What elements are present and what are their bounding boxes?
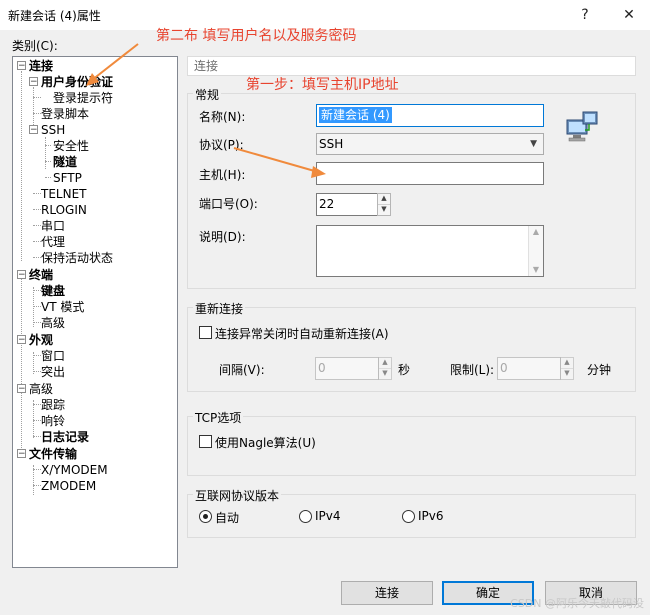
collapse-icon[interactable]: − <box>29 77 38 87</box>
interval-label: 间隔(V): <box>219 363 265 377</box>
category-label: 类别(C): <box>12 39 58 53</box>
network-computer-icon <box>566 111 598 142</box>
collapse-icon[interactable]: − <box>17 449 26 459</box>
spin-up-icon[interactable]: ▲ <box>378 194 390 205</box>
name-value: 新建会话 (4) <box>319 107 392 123</box>
chevron-down-icon: ▼ <box>530 139 537 149</box>
tcp-title: TCP选项 <box>193 409 244 426</box>
ip-version-title: 互联网协议版本 <box>193 487 282 504</box>
limit-unit: 分钟 <box>587 363 612 377</box>
help-button[interactable]: ? <box>573 4 597 26</box>
spin-up-icon[interactable]: ▲ <box>379 358 391 369</box>
connect-button[interactable]: 连接 <box>341 581 433 605</box>
collapse-icon[interactable]: − <box>17 384 26 394</box>
general-title: 常规 <box>193 86 222 103</box>
tree-item-window[interactable]: 窗口 <box>41 348 65 364</box>
collapse-icon[interactable]: − <box>29 125 38 135</box>
tree-item-ssh[interactable]: SSH <box>41 122 65 138</box>
collapse-icon[interactable]: − <box>17 335 26 345</box>
name-label: 名称(N): <box>199 110 246 124</box>
tree-item-security[interactable]: 安全性 <box>53 138 89 154</box>
nagle-checkbox[interactable] <box>199 435 212 448</box>
auto-reconnect-label: 连接异常关闭时自动重新连接(A) <box>215 327 389 341</box>
tree-item-serial[interactable]: 串口 <box>41 218 65 234</box>
interval-input[interactable]: 0 <box>315 357 379 380</box>
section-header: 连接 <box>187 56 636 76</box>
host-input[interactable] <box>316 162 544 185</box>
tree-item-proxy[interactable]: 代理 <box>41 234 65 250</box>
ipv6-label: IPv6 <box>418 509 444 523</box>
scroll-down-icon[interactable]: ▼ <box>529 264 543 276</box>
limit-spinner[interactable]: ▲ ▼ <box>560 357 574 380</box>
port-label: 端口号(O): <box>199 197 258 211</box>
ip-auto-label: 自动 <box>215 511 240 525</box>
tree-item-terminal[interactable]: 终端 <box>29 267 53 283</box>
ip-auto-radio[interactable] <box>199 510 212 523</box>
tree-item-bell[interactable]: 响铃 <box>41 413 65 429</box>
spin-up-icon[interactable]: ▲ <box>561 358 573 369</box>
auto-reconnect-checkbox[interactable] <box>199 326 212 339</box>
tree-item-file-transfer[interactable]: 文件传输 <box>29 446 77 462</box>
category-tree[interactable]: − − − − − − − 连接 用户身份验证 登录提示符 登录脚本 SSH 安… <box>12 56 178 568</box>
tree-item-tunneling[interactable]: 隧道 <box>53 154 77 170</box>
nagle-label: 使用Nagle算法(U) <box>215 436 316 450</box>
tree-item-login-prompts[interactable]: 登录提示符 <box>53 90 113 106</box>
tree-item-user-auth[interactable]: 用户身份验证 <box>41 74 113 90</box>
interval-unit: 秒 <box>398 363 411 377</box>
tree-item-keyboard[interactable]: 键盘 <box>41 283 65 299</box>
port-spinner[interactable]: ▲ ▼ <box>377 193 391 216</box>
description-scrollbar[interactable]: ▲ ▼ <box>528 226 543 276</box>
collapse-icon[interactable]: − <box>17 270 26 280</box>
tree-item-xymodem[interactable]: X/YMODEM <box>41 462 108 478</box>
tree-item-login-script[interactable]: 登录脚本 <box>41 106 89 122</box>
host-label: 主机(H): <box>199 168 246 182</box>
tree-item-terminal-advanced[interactable]: 高级 <box>41 315 65 331</box>
tree-item-appearance[interactable]: 外观 <box>29 332 53 348</box>
protocol-select[interactable]: SSH ▼ <box>316 133 544 155</box>
close-button[interactable]: ✕ <box>617 4 641 26</box>
tree-item-keepalive[interactable]: 保持活动状态 <box>41 250 113 266</box>
annotation-step1: 第一步：填写主机IP地址 <box>246 77 399 93</box>
tree-item-trace[interactable]: 跟踪 <box>41 397 65 413</box>
limit-label: 限制(L): <box>450 363 495 377</box>
annotation-step2: 第二布 填写用户名以及服务密码 <box>156 28 357 44</box>
spin-down-icon[interactable]: ▼ <box>379 369 391 380</box>
tree-item-advanced[interactable]: 高级 <box>29 381 53 397</box>
ipv4-label: IPv4 <box>315 509 341 523</box>
collapse-icon[interactable]: − <box>17 61 26 71</box>
watermark: CSDN @阿乐今天敲代码没 <box>510 597 644 610</box>
ipv4-radio[interactable] <box>299 510 312 523</box>
tree-item-zmodem[interactable]: ZMODEM <box>41 478 96 494</box>
spin-down-icon[interactable]: ▼ <box>561 369 573 380</box>
tree-item-connection[interactable]: 连接 <box>29 58 53 74</box>
description-textarea[interactable]: ▲ ▼ <box>316 225 544 277</box>
name-input[interactable]: 新建会话 (4) <box>316 104 544 127</box>
window-title: 新建会话 (4)属性 <box>8 9 101 23</box>
description-label: 说明(D): <box>199 230 246 244</box>
tree-item-sftp[interactable]: SFTP <box>53 170 82 186</box>
tree-item-vt-mode[interactable]: VT 模式 <box>41 299 84 315</box>
spin-down-icon[interactable]: ▼ <box>378 205 390 216</box>
protocol-value: SSH <box>319 137 344 151</box>
ipv6-radio[interactable] <box>402 510 415 523</box>
reconnect-title: 重新连接 <box>193 300 246 317</box>
tree-item-telnet[interactable]: TELNET <box>41 186 87 202</box>
scroll-up-icon[interactable]: ▲ <box>529 226 543 238</box>
interval-spinner[interactable]: ▲ ▼ <box>378 357 392 380</box>
tree-item-rlogin[interactable]: RLOGIN <box>41 202 87 218</box>
limit-input[interactable]: 0 <box>497 357 561 380</box>
tree-item-highlight[interactable]: 突出 <box>41 364 65 380</box>
protocol-label: 协议(P): <box>199 138 244 152</box>
port-input[interactable]: 22 <box>316 193 378 216</box>
tree-item-logging[interactable]: 日志记录 <box>41 429 89 445</box>
